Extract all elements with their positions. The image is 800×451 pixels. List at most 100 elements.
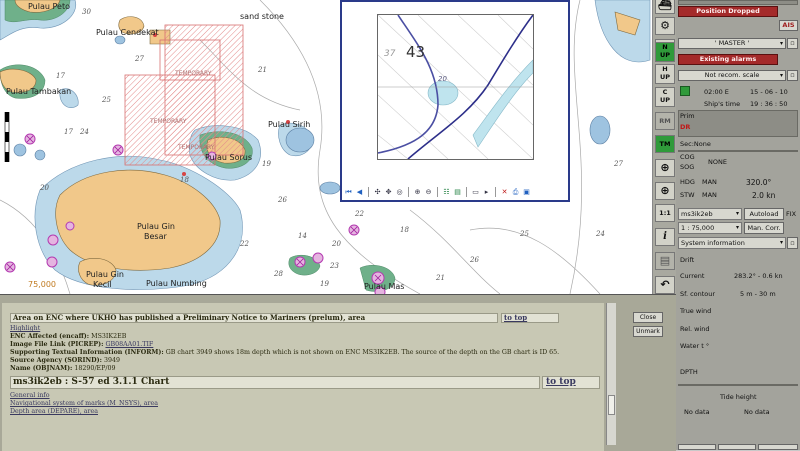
first-icon[interactable]: ⏮ (344, 188, 353, 197)
gps-status-indicator[interactable] (680, 86, 690, 96)
info-scrollbar[interactable] (606, 303, 616, 445)
relative-motion-button[interactable]: RM (655, 112, 675, 130)
center-icon[interactable]: ◎ (395, 188, 404, 197)
unmark-button[interactable]: Unmark (633, 326, 663, 337)
hdg-value: 320.0° (746, 178, 772, 187)
primary-position-box (678, 110, 798, 137)
true-motion-button[interactable]: TM (655, 135, 675, 153)
close-button[interactable]: Close (633, 312, 663, 323)
stw-label: STW (680, 191, 695, 199)
label-pulau-gin-besar-1: Pulau Gin (137, 222, 175, 231)
scale-side-button[interactable]: ▫ (787, 70, 798, 81)
pick-toolbar: ⏮ ◀ ✣ ✥ ◎ ⊕ ⊖ ☷ ▤ ▭ ▸ ✕ ⎙ ▣ (344, 184, 568, 200)
bottom-button-3[interactable] (758, 444, 798, 450)
zoom-in-button[interactable]: ⊕ (655, 182, 675, 200)
toolbar-settings-button[interactable]: ⚙ (655, 17, 675, 35)
sounding: 18 (400, 226, 409, 234)
sounding: 23 (330, 262, 339, 270)
objnam-row: Name (OBJNAM): 18290/EP/09 (10, 365, 116, 372)
bottom-button-1[interactable] (678, 444, 716, 450)
sounding: 25 (520, 230, 529, 238)
dropdown-arrow-icon: ▾ (779, 40, 783, 47)
crosshair-icon: ⊕ (660, 161, 670, 174)
course-up-button[interactable]: C UP (655, 87, 675, 107)
sounding: 19 (262, 160, 271, 168)
info-button[interactable]: i (655, 228, 675, 246)
gear-icon: ⚙ (660, 19, 670, 32)
pick-preview[interactable]: 43 37 20 (377, 14, 534, 160)
print-icon[interactable]: ⎙ (511, 188, 520, 197)
current-value: 283.2° - 0.6 kn (734, 272, 783, 280)
bottom-button-2[interactable] (718, 444, 756, 450)
depth-area-link[interactable]: Depth area (DEPARE), area (10, 408, 98, 415)
zone-label: TEMPORARY (178, 144, 215, 151)
prim-label: Prim (680, 112, 695, 120)
info-scrollbar-thumb[interactable] (608, 395, 615, 415)
sog-label: SOG (680, 163, 695, 171)
sounding: 17 (56, 72, 65, 80)
pan-icon[interactable]: ✥ (384, 188, 393, 197)
position-dropped-alarm[interactable]: Position Dropped (678, 6, 778, 17)
page-icon[interactable]: ▭ (471, 188, 480, 197)
zoom-out-icon[interactable]: ⊖ (424, 188, 433, 197)
layers-icon: ▤ (659, 254, 671, 267)
preview-small-depth: 37 (384, 49, 396, 59)
existing-alarms[interactable]: Existing alarms (678, 54, 778, 65)
north-up-button[interactable]: N UP (655, 42, 675, 62)
enc-affected-row: ENC Affected (encaff): MS3IK2EB (10, 333, 127, 340)
toolbar-top-button[interactable]: ⛴ (655, 0, 675, 14)
sounding: 21 (436, 274, 445, 282)
master-side-button[interactable]: ▫ (787, 38, 798, 49)
sounding: 26 (470, 256, 479, 264)
head-up-button[interactable]: H UP (655, 64, 675, 84)
man-corr-button[interactable]: Man. Corr. (744, 222, 784, 234)
scale-select[interactable]: 1 : 75,000 ▾ (678, 222, 742, 234)
ais-button[interactable]: AIS (779, 20, 798, 31)
master-select[interactable]: ' MASTER ' ▾ (678, 38, 786, 49)
depth-icon[interactable]: ▤ (453, 188, 462, 197)
sounding: 27 (614, 160, 623, 168)
layers-button[interactable]: ▤ (655, 252, 675, 270)
sounding: 22 (355, 210, 364, 218)
sounding: 17 (64, 128, 73, 136)
zone-label: TEMPORARY (150, 118, 187, 125)
autoload-button[interactable]: Autoload (744, 208, 784, 220)
center-ship-button[interactable]: ⊕ (655, 159, 675, 177)
image-file-row: Image File Link (PICREP): GB08AA01.TIF (10, 341, 154, 348)
dropdown-arrow-icon: ▾ (735, 210, 739, 217)
layers-icon[interactable]: ☷ (442, 188, 451, 197)
scale-bar (4, 112, 10, 162)
to-top-link-1[interactable]: to top (501, 313, 559, 323)
sf-contour-value: 5 m - 30 m (740, 290, 776, 298)
zoom-cursor-icon[interactable]: ✣ (373, 188, 382, 197)
stw-mode: MAN (702, 191, 717, 199)
system-info-select[interactable]: System information ▾ (678, 237, 786, 249)
system-info-side-button[interactable]: ▫ (787, 237, 798, 249)
scale-one-to-one-button[interactable]: 1:1 (655, 204, 675, 222)
current-label: Current (680, 272, 705, 280)
top-strip (678, 0, 798, 5)
next-page-icon[interactable]: ▸ (482, 188, 491, 197)
dr-label: DR (680, 123, 691, 131)
scale-warning[interactable]: Not recom. scale ▾ (678, 70, 786, 81)
prev-icon[interactable]: ◀ (355, 188, 364, 197)
highlight-link[interactable]: Highlight (10, 325, 40, 332)
water-temp-label: Water t ° (680, 342, 710, 350)
pick-report-window[interactable]: 43 37 20 ⏮ ◀ ✣ ✥ ◎ ⊕ ⊖ ☷ ▤ ▭ ▸ ✕ ⎙ ▣ (340, 0, 570, 202)
object-info-content[interactable]: Area on ENC where UKHO has published a P… (2, 303, 604, 451)
chart-viewport[interactable]: Pulau Peto Pulau Cendekat sand stone Pul… (0, 0, 652, 294)
delete-icon[interactable]: ✕ (500, 188, 509, 197)
label-pulau-cendekat: Pulau Cendekat (96, 28, 159, 37)
sounding: 27 (135, 55, 144, 63)
to-top-link-2[interactable]: to top (542, 376, 600, 389)
label-pulau-sirih: Pulau Sirih (268, 120, 311, 129)
cell-select[interactable]: ms3ik2eb ▾ (678, 208, 742, 220)
tide-no-data-1: No data (684, 408, 710, 416)
save-icon[interactable]: ▣ (522, 188, 531, 197)
zoom-in-icon[interactable]: ⊕ (413, 188, 422, 197)
image-file-link[interactable]: GB08AA01.TIF (105, 341, 153, 348)
sounding: 18 (180, 176, 189, 184)
general-info-link[interactable]: General info (10, 392, 50, 399)
undo-button[interactable]: ↶ (655, 276, 675, 294)
nav-system-link[interactable]: Navigational system of marks (M_NSYS), a… (10, 400, 158, 407)
